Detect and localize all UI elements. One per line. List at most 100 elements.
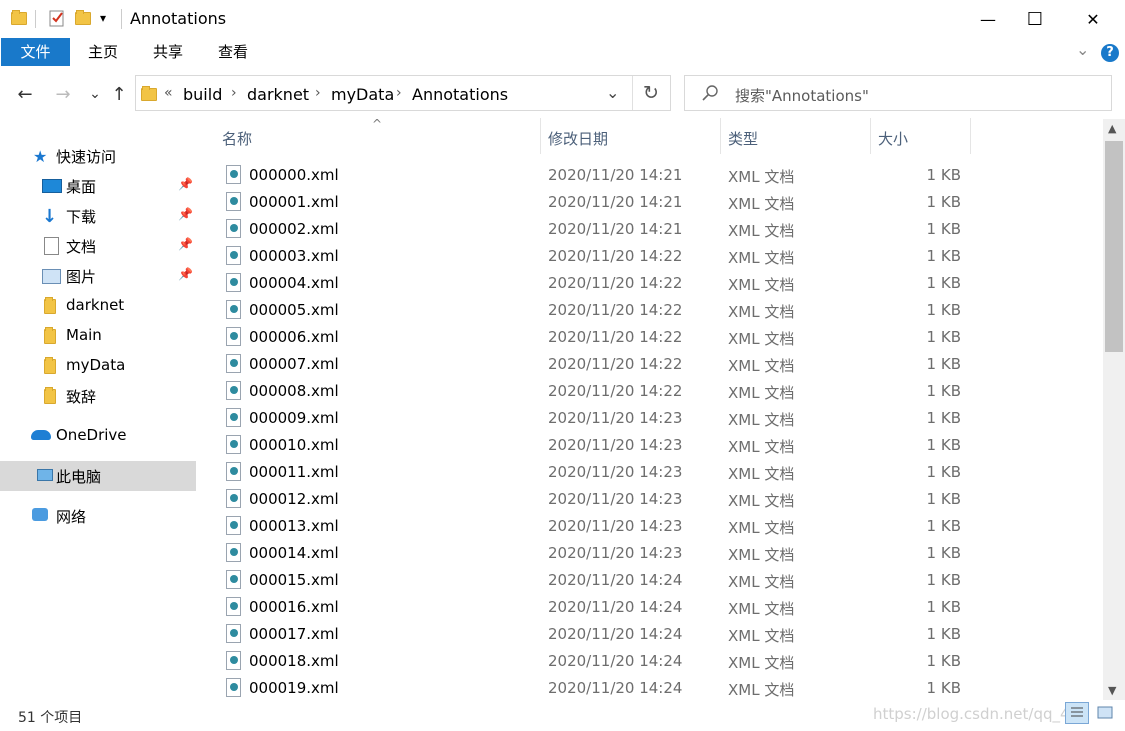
file-row[interactable]: 000014.xml 2020/11/20 14:23 XML 文档 1 KB xyxy=(220,540,970,567)
sidebar-item-desktop[interactable]: 桌面 📌 xyxy=(0,171,196,201)
column-divider[interactable] xyxy=(540,118,541,154)
breadcrumb-separator[interactable]: › xyxy=(396,85,402,101)
breadcrumb-separator[interactable]: › xyxy=(231,85,237,101)
details-view-button[interactable] xyxy=(1065,702,1089,724)
file-row[interactable]: 000000.xml 2020/11/20 14:21 XML 文档 1 KB xyxy=(220,162,970,189)
sidebar-item-documents[interactable]: 文档 📌 xyxy=(0,231,196,261)
file-size: 1 KB xyxy=(926,625,961,643)
scroll-up-arrow-icon[interactable]: ▲ xyxy=(1108,122,1116,135)
properties-checklist-icon[interactable] xyxy=(49,9,65,27)
file-row[interactable]: 000008.xml 2020/11/20 14:22 XML 文档 1 KB xyxy=(220,378,970,405)
file-size: 1 KB xyxy=(926,652,961,670)
file-type: XML 文档 xyxy=(728,357,795,375)
breadcrumb-build[interactable]: build xyxy=(183,85,222,104)
sidebar-item-pictures[interactable]: 图片 📌 xyxy=(0,261,196,291)
breadcrumb-annotations[interactable]: Annotations xyxy=(412,85,508,104)
file-type: XML 文档 xyxy=(728,681,795,699)
minimize-button[interactable]: — xyxy=(965,0,1011,38)
pin-icon[interactable]: 📌 xyxy=(178,237,193,251)
folder-icon xyxy=(11,9,27,27)
file-row[interactable]: 000013.xml 2020/11/20 14:23 XML 文档 1 KB xyxy=(220,513,970,540)
file-row[interactable]: 000009.xml 2020/11/20 14:23 XML 文档 1 KB xyxy=(220,405,970,432)
file-type: XML 文档 xyxy=(728,411,795,429)
sidebar-this-pc[interactable]: 此电脑 xyxy=(0,461,196,491)
file-type: XML 文档 xyxy=(728,654,795,672)
help-icon[interactable]: ? xyxy=(1101,44,1119,62)
file-row[interactable]: 000018.xml 2020/11/20 14:24 XML 文档 1 KB xyxy=(220,648,970,675)
sidebar-item-zhici[interactable]: 致辞 xyxy=(0,381,196,411)
file-row[interactable]: 000017.xml 2020/11/20 14:24 XML 文档 1 KB xyxy=(220,621,970,648)
file-row[interactable]: 000005.xml 2020/11/20 14:22 XML 文档 1 KB xyxy=(220,297,970,324)
file-modified-date: 2020/11/20 14:23 xyxy=(548,409,683,427)
pin-icon[interactable]: 📌 xyxy=(178,207,193,221)
sidebar-item-main[interactable]: Main xyxy=(0,321,196,351)
xml-file-icon xyxy=(226,408,241,427)
file-modified-date: 2020/11/20 14:24 xyxy=(548,679,683,697)
up-button[interactable]: ↑ xyxy=(107,82,131,106)
column-divider[interactable] xyxy=(870,118,871,154)
sidebar-onedrive[interactable]: OneDrive xyxy=(0,421,196,451)
address-history-dropdown[interactable]: ⌄ xyxy=(606,83,619,102)
column-header-type[interactable]: 类型 xyxy=(728,128,758,149)
refresh-button[interactable]: ↻ xyxy=(643,82,659,104)
file-row[interactable]: 000001.xml 2020/11/20 14:21 XML 文档 1 KB xyxy=(220,189,970,216)
new-folder-icon[interactable] xyxy=(75,9,91,25)
file-row[interactable]: 000003.xml 2020/11/20 14:22 XML 文档 1 KB xyxy=(220,243,970,270)
xml-file-icon xyxy=(226,462,241,481)
column-header-size[interactable]: 大小 xyxy=(878,128,908,149)
recent-locations-dropdown[interactable]: ⌄ xyxy=(83,82,107,106)
tab-home[interactable]: 主页 xyxy=(80,38,126,66)
close-button[interactable]: ✕ xyxy=(1070,0,1116,38)
sidebar-item-darknet[interactable]: darknet xyxy=(0,291,196,321)
sidebar-quick-access[interactable]: ★ 快速访问 xyxy=(0,141,196,171)
file-size: 1 KB xyxy=(926,409,961,427)
sidebar-network[interactable]: 网络 xyxy=(0,501,196,531)
file-name: 000002.xml xyxy=(249,220,339,238)
file-row[interactable]: 000015.xml 2020/11/20 14:24 XML 文档 1 KB xyxy=(220,567,970,594)
scrollbar-thumb[interactable] xyxy=(1105,141,1123,352)
column-header-modified[interactable]: 修改日期 xyxy=(548,128,608,149)
column-divider[interactable] xyxy=(720,118,721,154)
pictures-icon xyxy=(42,269,61,284)
file-name: 000009.xml xyxy=(249,409,339,427)
file-row[interactable]: 000016.xml 2020/11/20 14:24 XML 文档 1 KB xyxy=(220,594,970,621)
tab-share[interactable]: 共享 xyxy=(145,38,191,66)
breadcrumb-separator[interactable]: › xyxy=(315,85,321,101)
file-row[interactable]: 000006.xml 2020/11/20 14:22 XML 文档 1 KB xyxy=(220,324,970,351)
xml-file-icon xyxy=(226,273,241,292)
pin-icon[interactable]: 📌 xyxy=(178,177,193,191)
file-size: 1 KB xyxy=(926,355,961,373)
file-row[interactable]: 000002.xml 2020/11/20 14:21 XML 文档 1 KB xyxy=(220,216,970,243)
file-size: 1 KB xyxy=(926,193,961,211)
breadcrumb-mydata[interactable]: myData xyxy=(331,85,394,104)
sidebar-item-downloads[interactable]: ↓ 下载 📌 xyxy=(0,201,196,231)
column-divider[interactable] xyxy=(970,118,971,154)
tab-file[interactable]: 文件 xyxy=(1,38,70,66)
file-row[interactable]: 000007.xml 2020/11/20 14:22 XML 文档 1 KB xyxy=(220,351,970,378)
xml-file-icon xyxy=(226,516,241,535)
column-header-name[interactable]: 名称 xyxy=(222,128,252,149)
file-row[interactable]: 000004.xml 2020/11/20 14:22 XML 文档 1 KB xyxy=(220,270,970,297)
sidebar-item-mydata[interactable]: myData xyxy=(0,351,196,381)
maximize-button[interactable]: ☐ xyxy=(1012,0,1058,38)
xml-file-icon xyxy=(226,435,241,454)
file-size: 1 KB xyxy=(926,166,961,184)
tab-view[interactable]: 查看 xyxy=(210,38,256,66)
pin-icon[interactable]: 📌 xyxy=(178,267,193,281)
file-row[interactable]: 000012.xml 2020/11/20 14:23 XML 文档 1 KB xyxy=(220,486,970,513)
large-icons-view-button[interactable] xyxy=(1093,702,1117,724)
back-button[interactable]: ← xyxy=(13,82,37,106)
file-row[interactable]: 000011.xml 2020/11/20 14:23 XML 文档 1 KB xyxy=(220,459,970,486)
scroll-down-arrow-icon[interactable]: ▼ xyxy=(1108,684,1116,697)
forward-button[interactable]: → xyxy=(51,82,75,106)
file-type: XML 文档 xyxy=(728,249,795,267)
file-row[interactable]: 000010.xml 2020/11/20 14:23 XML 文档 1 KB xyxy=(220,432,970,459)
cloud-icon xyxy=(31,430,51,440)
breadcrumb-overflow[interactable]: « xyxy=(164,85,173,101)
breadcrumb-darknet[interactable]: darknet xyxy=(247,85,309,104)
file-row[interactable]: 000019.xml 2020/11/20 14:24 XML 文档 1 KB xyxy=(220,675,970,702)
search-placeholder[interactable]: 搜索"Annotations" xyxy=(735,85,869,106)
ribbon-expand-chevron-icon[interactable]: ⌄ xyxy=(1076,40,1089,59)
qat-customize-dropdown[interactable]: ▾ xyxy=(100,11,106,25)
watermark: https://blog.csdn.net/qq_4 xyxy=(873,705,1070,723)
